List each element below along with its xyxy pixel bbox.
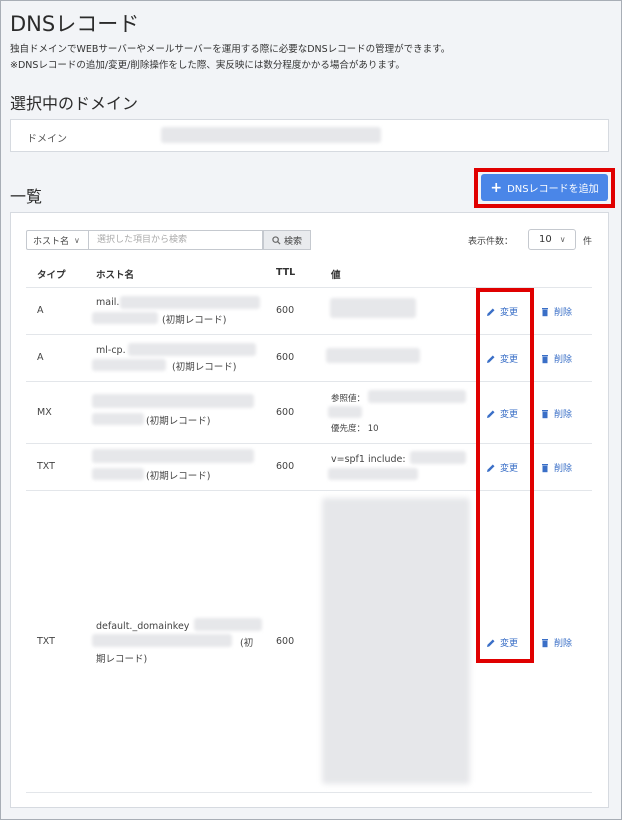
record-ttl: 600 <box>276 305 295 316</box>
host-redacted <box>92 359 166 371</box>
record-note: (初期レコード) <box>162 315 227 326</box>
delete-button[interactable]: 削除 <box>540 407 572 420</box>
header-host: ホスト名 <box>96 270 135 281</box>
chevron-down-icon: ∨ <box>559 235 566 244</box>
delete-button[interactable]: 削除 <box>540 636 572 649</box>
record-type: MX <box>37 407 52 418</box>
trash-icon <box>542 463 548 472</box>
host-redacted <box>92 413 144 425</box>
value-redacted <box>326 348 420 363</box>
value-redacted <box>328 406 362 418</box>
domain-section-title: 選択中のドメイン <box>10 94 139 113</box>
search-input[interactable] <box>89 230 263 250</box>
trash-icon <box>542 307 548 316</box>
host-redacted <box>92 449 254 463</box>
search-button[interactable]: 検索 <box>263 230 311 250</box>
host-redacted <box>92 394 254 408</box>
header-type: タイプ <box>37 270 66 281</box>
record-type: TXT <box>37 636 55 647</box>
record-host: default._domainkey <box>96 621 190 632</box>
trash-icon <box>542 354 548 363</box>
page-note: ※DNSレコードの追加/変更/削除操作をした際、実反映には数分程度かかる場合があ… <box>10 60 405 71</box>
host-redacted <box>92 634 232 647</box>
record-value: v=spf1 include: <box>331 454 406 465</box>
record-host: mail. <box>96 297 120 308</box>
record-type: A <box>37 352 44 363</box>
record-ttl: 600 <box>276 636 295 647</box>
record-ttl: 600 <box>276 352 295 363</box>
chevron-down-icon: ∨ <box>74 235 80 245</box>
value-redacted <box>330 298 416 318</box>
record-note: 期レコード) <box>96 654 148 665</box>
header-value: 値 <box>331 270 341 281</box>
domain-value-redacted <box>161 127 381 143</box>
page-title: DNSレコード <box>10 12 140 36</box>
record-type: TXT <box>37 461 55 472</box>
value-redacted <box>322 498 470 784</box>
value-redacted <box>410 451 466 464</box>
per-page-select[interactable]: 10 ∨ <box>528 229 576 250</box>
domain-label: ドメイン <box>27 134 67 145</box>
value-redacted <box>368 390 466 403</box>
host-redacted <box>92 312 158 324</box>
delete-button[interactable]: 削除 <box>540 305 572 318</box>
list-section-title: 一覧 <box>10 187 43 206</box>
record-ttl: 600 <box>276 461 295 472</box>
record-note: (初 <box>240 638 254 649</box>
record-host: ml-cp. <box>96 345 126 356</box>
selected-domain-box: ドメイン <box>10 119 609 152</box>
per-page-unit: 件 <box>583 237 593 247</box>
host-redacted <box>194 618 262 631</box>
per-page-label: 表示件数： <box>468 237 514 247</box>
row-divider <box>26 792 592 793</box>
host-redacted <box>128 343 256 356</box>
trash-icon <box>542 638 548 647</box>
plus-icon: + <box>490 179 503 196</box>
host-redacted <box>92 468 144 480</box>
page-description: 独自ドメインでWEBサーバーやメールサーバーを運用する際に必要なDNSレコードの… <box>10 44 451 55</box>
delete-button[interactable]: 削除 <box>540 352 572 365</box>
delete-button[interactable]: 削除 <box>540 461 572 474</box>
record-note: (初期レコード) <box>172 362 237 373</box>
host-field-select[interactable]: ホスト名 ∨ <box>26 230 89 250</box>
host-redacted <box>120 296 260 309</box>
record-note: (初期レコード) <box>146 416 211 427</box>
value-redacted <box>328 468 418 480</box>
edit-column-highlight <box>476 288 534 663</box>
trash-icon <box>542 409 548 418</box>
record-value-priority: 優先度： 10 <box>331 424 379 434</box>
record-type: A <box>37 305 44 316</box>
add-dns-record-button[interactable]: + DNSレコードを追加 <box>481 174 608 201</box>
record-note: (初期レコード) <box>146 471 211 482</box>
record-value-ref: 参照値： <box>331 394 366 404</box>
record-ttl: 600 <box>276 407 295 418</box>
header-ttl: TTL <box>276 267 296 278</box>
search-icon <box>272 235 281 245</box>
